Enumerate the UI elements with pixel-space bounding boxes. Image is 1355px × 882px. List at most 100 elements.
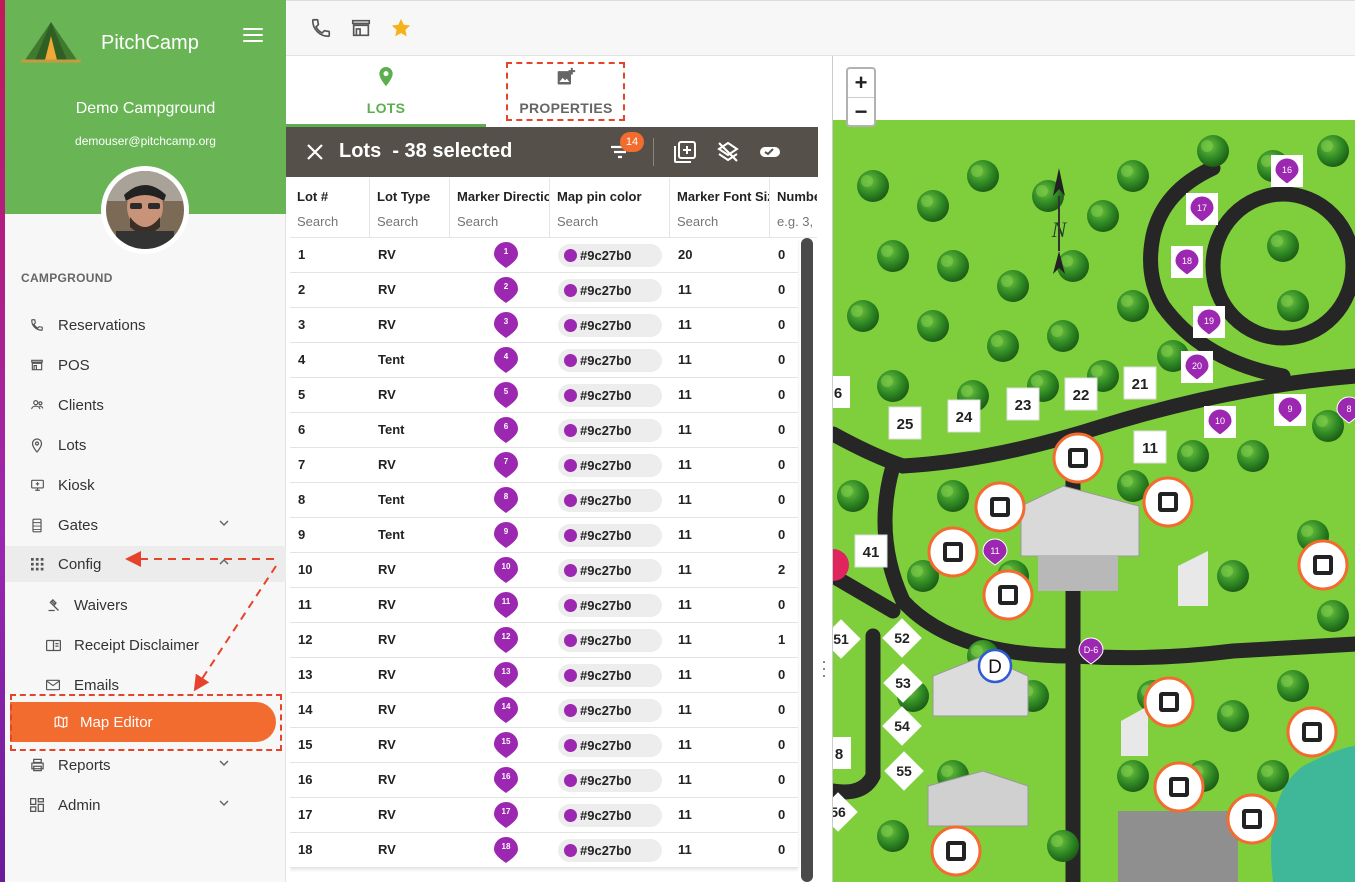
map-pin-marker-icon[interactable]: 18 [1171,246,1203,278]
panel-resize-handle[interactable] [823,656,826,696]
map-pin-marker-icon[interactable]: 13 [493,661,519,689]
sidebar-item-admin[interactable]: Admin [5,787,286,823]
star-icon[interactable] [390,17,412,39]
map-pin-marker-icon[interactable]: 14 [493,696,519,724]
close-icon[interactable] [306,143,324,161]
color-chip[interactable]: #9c27b0 [558,314,662,337]
color-chip[interactable]: #9c27b0 [558,279,662,302]
table-row[interactable]: 6 Tent 6 #9c27b0 11 0 [290,413,798,448]
color-chip[interactable]: #9c27b0 [558,419,662,442]
store-icon[interactable] [1153,761,1205,813]
table-row[interactable]: 2 RV 2 #9c27b0 11 0 [290,273,798,308]
chevron-down-icon[interactable] [219,798,229,808]
column-header-marker-font-size[interactable]: Marker Font Size [670,178,770,238]
color-chip[interactable]: #9c27b0 [558,699,662,722]
column-header-marker-direction[interactable]: Marker Direction [450,178,550,238]
fishing-icon[interactable] [1143,676,1195,728]
camper-icon[interactable] [927,526,979,578]
map-pin-marker-icon[interactable]: 10 [1204,406,1236,438]
zoom-in-button[interactable]: + [848,69,874,97]
color-chip[interactable]: #9c27b0 [558,594,662,617]
color-chip[interactable]: #9c27b0 [558,839,662,862]
lot-label-marker[interactable]: 41 [854,534,888,568]
map-pin-marker-icon[interactable]: 20 [1181,351,1213,383]
layers-off-icon[interactable] [716,140,740,164]
map-pin-marker-icon[interactable]: 2 [493,276,519,304]
lot-label-marker[interactable]: 11 [1133,430,1167,464]
toggle-icon[interactable] [758,140,782,164]
table-row[interactable]: 7 RV 7 #9c27b0 11 0 [290,448,798,483]
column-header-lot-type[interactable]: Lot Type [370,178,450,238]
map-pin-marker-icon[interactable]: 6 [493,416,519,444]
tab-lots[interactable]: LOTS [286,56,486,128]
shelter-icon[interactable] [1142,476,1194,528]
search-input[interactable] [557,214,629,229]
color-chip[interactable]: #9c27b0 [558,349,662,372]
recycle-icon[interactable] [982,569,1034,621]
table-row[interactable]: 13 RV 13 #9c27b0 11 0 [290,658,798,693]
table-row[interactable]: 16 RV 16 #9c27b0 11 0 [290,763,798,798]
table-row[interactable]: 9 Tent 9 #9c27b0 11 0 [290,518,798,553]
lot-label-marker[interactable]: 25 [888,406,922,440]
store-icon[interactable] [350,17,372,39]
color-chip[interactable]: #9c27b0 [558,244,662,267]
table-row[interactable]: 5 RV 5 #9c27b0 11 0 [290,378,798,413]
lot-label-marker[interactable]: 24 [947,399,981,433]
color-chip[interactable]: #9c27b0 [558,489,662,512]
color-chip[interactable]: #9c27b0 [558,559,662,582]
column-header-lot-number[interactable]: Lot # [290,178,370,238]
map-pin-marker-icon[interactable]: 4 [493,346,519,374]
table-row[interactable]: 17 RV 17 #9c27b0 11 0 [290,798,798,833]
map-pin-marker-icon[interactable]: 12 [493,626,519,654]
map-pin-marker-icon[interactable]: 18 [493,836,519,864]
map-pin-marker-icon[interactable]: 7 [493,451,519,479]
table-row[interactable]: 10 RV 10 #9c27b0 11 2 [290,553,798,588]
table-row[interactable]: 15 RV 15 #9c27b0 11 0 [290,728,798,763]
map-pin-marker-icon[interactable]: 8 [493,486,519,514]
fishing-icon[interactable] [1286,706,1338,758]
search-input[interactable] [457,214,529,229]
table-row[interactable]: 18 RV 18 #9c27b0 11 0 [290,833,798,868]
map-pin-marker-icon[interactable]: 15 [493,731,519,759]
campground-map[interactable]: N 25 24 23 22 21 11 41 52 53 54 55 51 56 6 8 16 17 18 19 20… [832,56,1355,882]
table-scrollbar[interactable] [801,238,813,882]
map-pin-marker-icon[interactable]: 11 [493,591,519,619]
color-chip[interactable]: #9c27b0 [558,384,662,407]
color-chip[interactable]: #9c27b0 [558,769,662,792]
zoom-out-button[interactable]: − [848,97,874,125]
map-pin-marker-icon[interactable]: 3 [493,311,519,339]
lot-label-marker[interactable]: 8 [833,737,851,769]
table-row[interactable]: 12 RV 12 #9c27b0 11 1 [290,623,798,658]
picnic-table-icon[interactable] [930,825,982,877]
lot-label-marker[interactable]: 6 [833,376,850,408]
add-layer-icon[interactable] [673,140,697,164]
firewood-icon[interactable] [1226,793,1278,845]
map-pin-marker-icon[interactable]: 1 [493,241,519,269]
color-chip[interactable]: #9c27b0 [558,664,662,687]
map-pin-marker-icon[interactable]: 19 [1193,306,1225,338]
map-pin-marker-icon[interactable]: 9 [1274,394,1306,426]
table-row[interactable]: 14 RV 14 #9c27b0 11 0 [290,693,798,728]
lot-label-marker[interactable]: 22 [1064,377,1098,411]
map-pin-marker-icon[interactable]: 9 [493,521,519,549]
phone-icon[interactable] [310,17,332,39]
map-pin-marker-icon[interactable]: 17 [493,801,519,829]
column-header-number[interactable]: Number [770,178,817,238]
shower-icon[interactable] [1052,432,1104,484]
color-chip[interactable]: #9c27b0 [558,524,662,547]
search-input[interactable] [377,214,449,229]
playground-icon[interactable] [1297,539,1349,591]
search-input[interactable] [297,214,369,229]
color-chip[interactable]: #9c27b0 [558,804,662,827]
lot-label-marker[interactable]: 21 [1123,366,1157,400]
table-row[interactable]: 8 Tent 8 #9c27b0 11 0 [290,483,798,518]
tab-properties[interactable]: PROPERTIES [466,56,666,128]
map-pin-marker-icon[interactable]: 17 [1186,193,1218,225]
color-chip[interactable]: #9c27b0 [558,629,662,652]
color-chip[interactable]: #9c27b0 [558,454,662,477]
table-row[interactable]: 1 RV 1 #9c27b0 20 0 [290,238,798,273]
map-pin-marker-icon[interactable]: 5 [493,381,519,409]
color-chip[interactable]: #9c27b0 [558,734,662,757]
search-input[interactable] [777,214,817,229]
map-pin-marker-icon[interactable]: 10 [493,556,519,584]
